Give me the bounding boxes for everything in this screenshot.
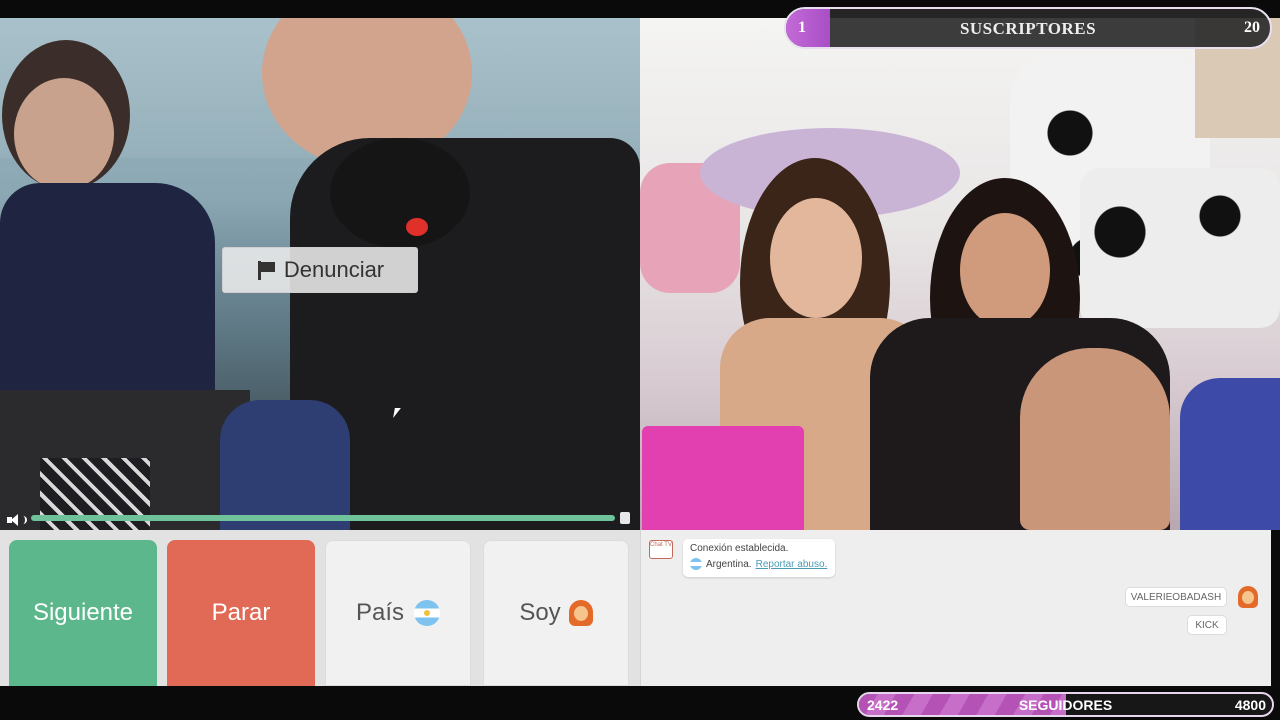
country-button[interactable]: País (325, 540, 471, 686)
argentina-flag-icon (690, 558, 702, 570)
chat-message-username: VALERIEOBADASH (1125, 587, 1227, 607)
stop-button-label: Parar (211, 599, 271, 626)
report-abuse-link[interactable]: Reportar abuso. (756, 559, 828, 570)
volume-bar (0, 510, 640, 530)
pink-cup (642, 426, 804, 530)
gender-button[interactable]: Soy (483, 540, 629, 686)
system-message: Conexión establecida. Argentina. Reporta… (683, 539, 835, 577)
flag-icon (256, 260, 276, 280)
stop-button[interactable]: Parar (167, 540, 315, 686)
chat-panel: Chat TV Conexión establecida. Argentina.… (640, 530, 1271, 686)
person-left-body (0, 183, 215, 423)
subscribers-goal-bar: 1 SUSCRIPTORES 20 (784, 7, 1272, 49)
volume-slider-thumb[interactable] (620, 512, 630, 524)
subscribers-goal: 20 (1244, 19, 1260, 36)
girl-left-face (770, 198, 862, 318)
knee (1020, 348, 1170, 530)
blue-shoe (1180, 378, 1280, 530)
headphone-light (406, 218, 428, 236)
volume-slider-track[interactable] (31, 515, 616, 521)
speaker-icon[interactable] (7, 514, 27, 526)
user-avatar (1237, 586, 1259, 608)
connection-status-text: Conexión establecida. (690, 543, 789, 554)
girl-right-face (960, 213, 1050, 328)
next-button-label: Siguiente (32, 599, 134, 626)
report-button-label: Denunciar (283, 257, 385, 282)
followers-goal: 4800 (1234, 697, 1266, 713)
local-video (640, 18, 1280, 530)
report-button[interactable]: Denunciar (222, 247, 418, 293)
remote-video: Denunciar (0, 18, 640, 530)
chat-message-kick: KICK (1187, 615, 1227, 635)
cow-couch (1080, 168, 1280, 328)
followers-goal-bar: 2422 SEGUIDORES 4800 (857, 692, 1274, 717)
headphones (330, 138, 470, 248)
person-left-face (14, 78, 114, 190)
gender-button-label: Soy (519, 599, 561, 626)
chat-tv-logo-icon: Chat TV (649, 540, 673, 559)
next-button[interactable]: Siguiente (9, 540, 157, 686)
partner-country-text: Argentina. (706, 558, 752, 570)
woman-emoji-icon (568, 600, 593, 626)
country-button-label: País (355, 599, 405, 626)
subscribers-label: SUSCRIPTORES (959, 19, 1097, 38)
argentina-flag-icon (414, 600, 441, 626)
followers-label: SEGUIDORES (1018, 697, 1113, 713)
